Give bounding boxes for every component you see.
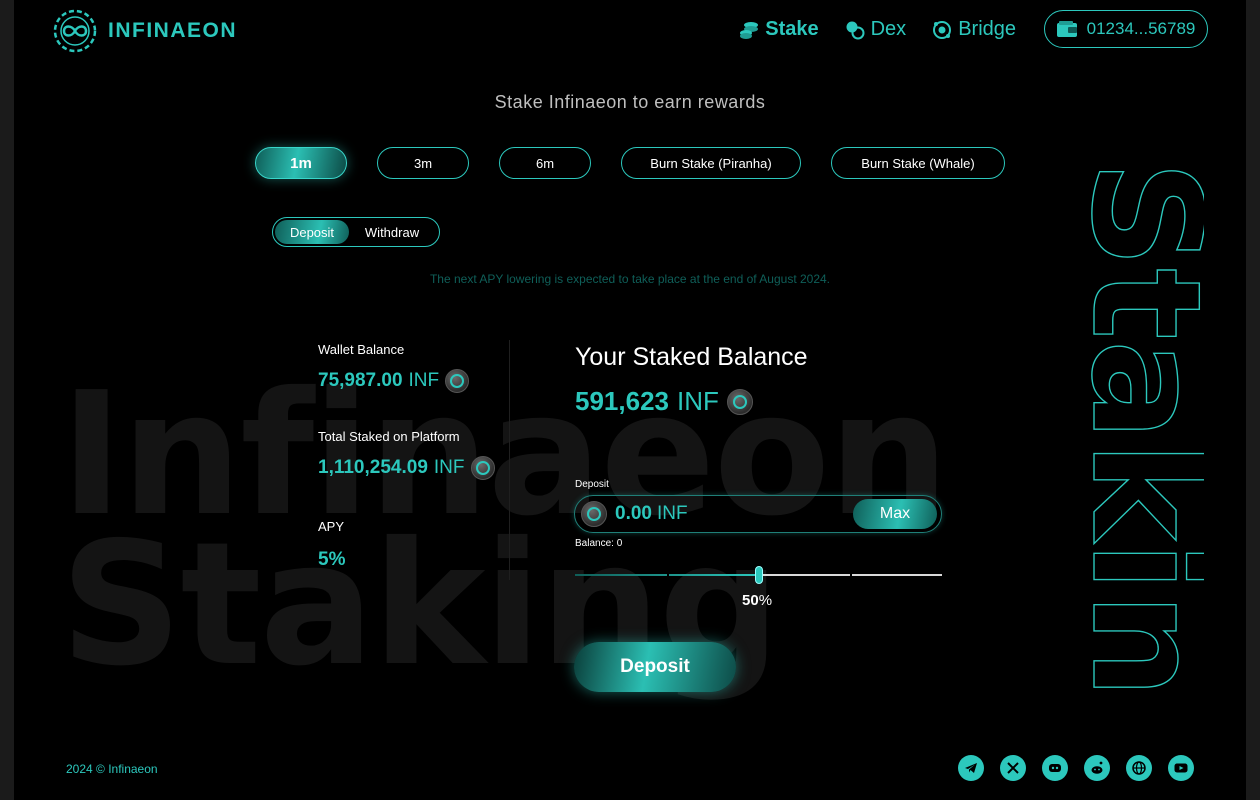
deposit-withdraw-toggle: Deposit Withdraw (272, 217, 440, 247)
page-headline: Stake Infinaeon to earn rewards (494, 92, 766, 112)
inf-coin-icon (581, 501, 607, 527)
column-divider (509, 340, 510, 580)
total-staked-label: Total Staked on Platform (318, 429, 460, 444)
period-6m[interactable]: 6m (499, 147, 591, 179)
apy-label: APY (318, 519, 345, 534)
deposit-submit-button[interactable]: Deposit (574, 642, 736, 692)
staked-balance-title: Your Staked Balance (575, 343, 808, 371)
inf-coin-icon (470, 456, 495, 480)
deposit-amount-value[interactable]: 0.00 (615, 503, 652, 525)
nav-bridge-label: Bridge (958, 18, 1016, 40)
nav-bridge[interactable]: Bridge (932, 18, 1016, 41)
brand-logo[interactable]: INFINAEON (52, 8, 237, 54)
slider-percent-unit: % (758, 592, 773, 609)
right-edge (1246, 0, 1260, 800)
stack-coins-icon (740, 21, 759, 39)
inf-coin-icon (726, 388, 753, 415)
period-selector: 1m 3m 6m Burn Stake (Piranha) Burn Stake… (255, 147, 1005, 179)
inf-coin-icon (445, 369, 470, 393)
brand-name: INFINAEON (108, 19, 237, 42)
apy-notice: The next APY lowering is expected to tak… (429, 272, 831, 286)
apy-value: 5% (318, 549, 346, 570)
watermark-right: Staking (1057, 160, 1204, 700)
deposit-amount-field[interactable]: 0.00 INF Max (574, 495, 942, 533)
total-staked-value: 1,110,254.09 INF (318, 456, 495, 480)
wallet-balance-value: 75,987.00 INF (318, 369, 470, 393)
wallet-button[interactable]: 01234...56789 (1044, 10, 1208, 48)
nav-stake[interactable]: Stake (739, 18, 819, 41)
nav-dex-label: Dex (870, 18, 907, 40)
max-button[interactable]: Max (853, 499, 937, 529)
staked-balance-unit: INF (676, 386, 719, 416)
x-icon (1007, 762, 1019, 774)
slider-tick (850, 574, 853, 576)
main-nav: Stake Dex Bridge (739, 18, 1016, 41)
x-link[interactable] (1000, 755, 1026, 781)
staked-balance-amount: 591,623 (575, 386, 669, 416)
discord-icon (1049, 764, 1061, 772)
telegram-link[interactable] (958, 755, 984, 781)
balance-text: Balance: 0 (575, 538, 623, 549)
amount-slider[interactable] (575, 566, 942, 584)
deposit-field-label: Deposit (575, 479, 609, 490)
left-edge (0, 0, 14, 800)
copyright-text: 2024 © Infinaeon (66, 762, 158, 776)
nav-stake-label: Stake (765, 18, 819, 40)
deposit-amount-unit: INF (656, 503, 688, 524)
period-burn-piranha[interactable]: Burn Stake (Piranha) (621, 147, 801, 179)
wallet-balance-label: Wallet Balance (318, 342, 405, 357)
globe-icon (1132, 761, 1146, 775)
period-burn-whale[interactable]: Burn Stake (Whale) (831, 147, 1005, 179)
telegram-icon (965, 763, 977, 773)
slider-thumb[interactable] (754, 566, 763, 584)
svg-text:Staking: Staking (1058, 160, 1204, 700)
slider-percent-label: 50% (742, 592, 772, 609)
bridge-icon (933, 20, 952, 39)
slider-tick (666, 574, 669, 576)
youtube-link[interactable] (1168, 755, 1194, 781)
staked-balance-value: 591,623 INF (575, 386, 753, 417)
youtube-icon (1174, 763, 1188, 773)
exchange-icon (846, 21, 865, 39)
period-1m[interactable]: 1m (255, 147, 347, 179)
social-links (958, 755, 1194, 781)
wallet-balance-unit: INF (408, 370, 440, 391)
wallet-address: 01234...56789 (1086, 19, 1196, 38)
website-link[interactable] (1126, 755, 1152, 781)
total-staked-amount: 1,110,254.09 (318, 457, 428, 478)
tab-withdraw[interactable]: Withdraw (349, 220, 435, 244)
slider-percent-value: 50 (742, 592, 759, 609)
wallet-balance-amount: 75,987.00 (318, 370, 403, 391)
nav-dex[interactable]: Dex (845, 18, 907, 41)
reddit-icon (1091, 761, 1103, 774)
tab-deposit[interactable]: Deposit (275, 220, 349, 244)
discord-link[interactable] (1042, 755, 1068, 781)
total-staked-unit: INF (433, 457, 465, 478)
wallet-icon (1056, 21, 1077, 37)
infinity-logo-icon (53, 9, 97, 53)
reddit-link[interactable] (1084, 755, 1110, 781)
period-3m[interactable]: 3m (377, 147, 469, 179)
